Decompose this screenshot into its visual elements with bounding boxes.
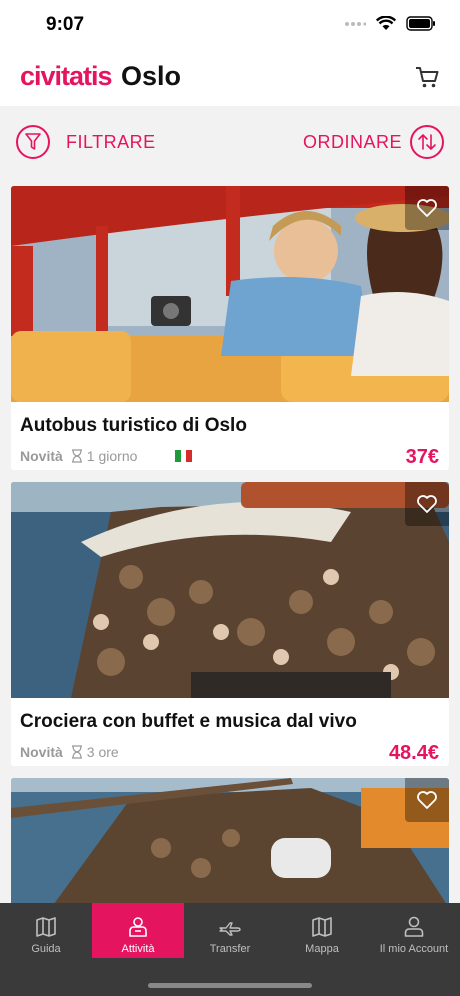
heart-icon <box>417 495 437 513</box>
italian-flag-icon <box>175 450 193 462</box>
activity-card[interactable] <box>11 778 449 908</box>
favorite-button[interactable] <box>405 186 449 230</box>
new-badge: Novità <box>20 744 63 760</box>
user-icon <box>404 916 424 937</box>
map-book-icon <box>36 917 56 937</box>
hourglass-icon <box>71 745 82 759</box>
tab-label: Transfer <box>209 943 251 955</box>
activity-price: 37€ <box>405 446 439 468</box>
tab-mappa[interactable]: Mappa <box>276 903 368 958</box>
tab-label: Il mio Account <box>379 943 449 955</box>
duration: 3 ore <box>86 744 119 760</box>
activity-title[interactable]: Crociera con buffet e musica dal vivo <box>20 711 357 733</box>
map-icon <box>312 917 332 937</box>
cruise-photo <box>11 482 449 698</box>
status-time: 9:07 <box>46 14 85 35</box>
filter-button[interactable] <box>16 125 50 159</box>
battery-icon <box>406 16 435 31</box>
sort-label[interactable]: ORDINARE <box>303 132 402 153</box>
activity-photo[interactable] <box>11 482 449 698</box>
plane-icon <box>219 922 241 936</box>
heart-icon <box>417 199 437 217</box>
status-bar: 9:07 <box>0 0 460 48</box>
tab-label: Guida <box>31 943 61 955</box>
tab-account[interactable]: Il mio Account <box>368 903 460 958</box>
activity-photo[interactable] <box>11 186 449 402</box>
ship-photo <box>11 778 449 908</box>
activities-icon <box>129 917 147 937</box>
bottom-tab-bar: Guida Attività Transfer Mappa Il mio Acc… <box>0 903 460 996</box>
wifi-icon <box>376 16 396 30</box>
sort-button[interactable] <box>410 125 444 159</box>
tab-transfer[interactable]: Transfer <box>184 903 276 958</box>
signal-icon <box>345 21 366 26</box>
cart-icon[interactable] <box>414 64 440 90</box>
duration: 1 giorno <box>86 448 138 464</box>
bus-tour-photo <box>11 186 449 402</box>
activity-photo[interactable] <box>11 778 449 908</box>
activity-meta: Novità 3 ore <box>20 744 119 760</box>
favorite-button[interactable] <box>405 482 449 526</box>
status-icons <box>344 16 436 31</box>
sort-arrows-icon <box>418 134 436 150</box>
activity-meta: Novità 1 giorno <box>20 448 193 464</box>
tab-guida[interactable]: Guida <box>0 903 92 958</box>
favorite-button[interactable] <box>405 778 449 822</box>
home-indicator[interactable] <box>148 983 312 988</box>
activity-card[interactable]: Crociera con buffet e musica dal vivo No… <box>11 482 449 766</box>
city-title: Oslo <box>121 61 182 91</box>
activity-price: 48.4€ <box>388 742 439 764</box>
filter-sort-bar: FILTRARE ORDINARE <box>0 106 460 180</box>
app-header: civitatis Oslo <box>0 48 460 106</box>
tab-label: Mappa <box>305 943 339 955</box>
new-badge: Novità <box>20 448 63 464</box>
brand-logo[interactable]: civitatis <box>20 61 113 92</box>
filter-label[interactable]: FILTRARE <box>66 132 156 153</box>
activity-card[interactable]: Autobus turistico di Oslo Novità 1 giorn… <box>11 186 449 470</box>
activity-title[interactable]: Autobus turistico di Oslo <box>20 415 247 437</box>
hourglass-icon <box>71 449 82 463</box>
tab-label: Attività <box>121 943 155 955</box>
heart-icon <box>417 791 437 809</box>
tab-attivita[interactable]: Attività <box>92 903 184 958</box>
funnel-icon <box>25 133 41 150</box>
